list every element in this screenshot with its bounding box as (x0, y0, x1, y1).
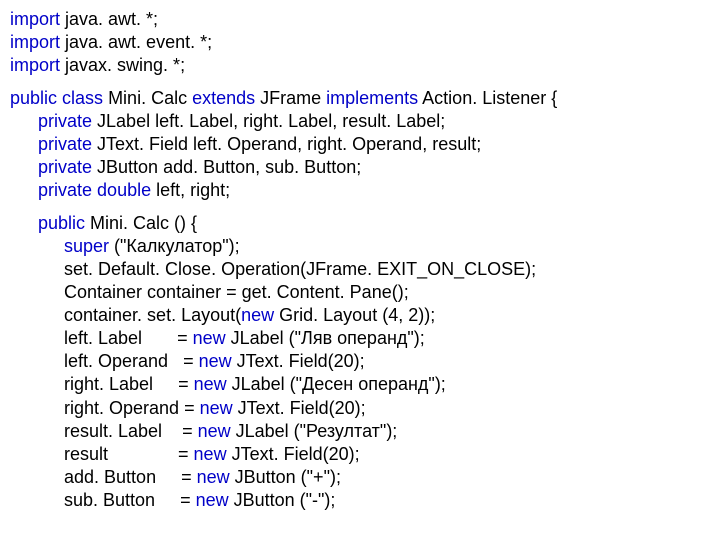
code-line: set. Default. Close. Operation(JFrame. E… (10, 258, 710, 281)
keyword: super (64, 236, 109, 256)
code-text: left, right; (151, 180, 230, 200)
code-text: result = (64, 444, 194, 464)
keyword: import (10, 32, 60, 52)
keyword: new (196, 490, 229, 510)
keyword: new (194, 374, 227, 394)
code-text: Container container = get. Content. Pane… (64, 282, 409, 302)
keyword: import (10, 9, 60, 29)
code-text: JText. Field(20); (233, 398, 366, 418)
code-line: private JLabel left. Label, right. Label… (10, 110, 710, 133)
code-text: java. awt. *; (60, 9, 158, 29)
keyword: private (38, 157, 92, 177)
code-line: public class Mini. Calc extends JFrame i… (10, 87, 710, 110)
keyword: new (198, 421, 231, 441)
code-text: Action. Listener { (418, 88, 557, 108)
code-line: sub. Button = new JButton ("-"); (10, 489, 710, 512)
code-text: JButton ("+"); (230, 467, 341, 487)
code-text: JText. Field left. Operand, right. Opera… (92, 134, 481, 154)
keyword: private (38, 134, 92, 154)
code-line: result. Label = new JLabel ("Резултат"); (10, 420, 710, 443)
code-text: container. set. Layout( (64, 305, 241, 325)
code-text: JButton ("-"); (229, 490, 336, 510)
code-text: result. Label = (64, 421, 198, 441)
code-line: super ("Калкулатор"); (10, 235, 710, 258)
code-line: private JText. Field left. Operand, righ… (10, 133, 710, 156)
keyword: private (38, 180, 92, 200)
code-text: left. Label = (64, 328, 193, 348)
keyword: public (38, 213, 85, 233)
keyword: private (38, 111, 92, 131)
keyword: class (62, 88, 103, 108)
keyword: implements (326, 88, 418, 108)
keyword: extends (192, 88, 255, 108)
keyword: import (10, 55, 60, 75)
code-text: Mini. Calc (103, 88, 192, 108)
code-line: container. set. Layout(new Grid. Layout … (10, 304, 710, 327)
code-line: Container container = get. Content. Pane… (10, 281, 710, 304)
code-text: JLabel ("Резултат"); (231, 421, 398, 441)
keyword: new (197, 467, 230, 487)
code-line: private double left, right; (10, 179, 710, 202)
code-line: add. Button = new JButton ("+"); (10, 466, 710, 489)
keyword: new (193, 328, 226, 348)
keyword: new (241, 305, 274, 325)
imports-block: import java. awt. *; import java. awt. e… (10, 8, 710, 77)
code-text: JLabel left. Label, right. Label, result… (92, 111, 445, 131)
code-text: JButton add. Button, sub. Button; (92, 157, 361, 177)
code-line: private JButton add. Button, sub. Button… (10, 156, 710, 179)
code-line: right. Operand = new JText. Field(20); (10, 397, 710, 420)
keyword: new (199, 351, 232, 371)
code-line: result = new JText. Field(20); (10, 443, 710, 466)
code-text: JLabel ("Десен операнд"); (227, 374, 446, 394)
code-text: Mini. Calc () { (85, 213, 197, 233)
code-text: right. Label = (64, 374, 194, 394)
code-text: JText. Field(20); (232, 351, 365, 371)
keyword: new (194, 444, 227, 464)
code-text: left. Operand = (64, 351, 199, 371)
ctor-block: public Mini. Calc () { super ("Калкулато… (10, 212, 710, 511)
code-text: javax. swing. *; (60, 55, 185, 75)
code-text: add. Button = (64, 467, 197, 487)
code-line: right. Label = new JLabel ("Десен операн… (10, 373, 710, 396)
code-line: import java. awt. *; (10, 8, 710, 31)
code-text: java. awt. event. *; (60, 32, 212, 52)
code-line: left. Label = new JLabel ("Ляв операнд")… (10, 327, 710, 350)
code-text: sub. Button = (64, 490, 196, 510)
class-decl-block: public class Mini. Calc extends JFrame i… (10, 87, 710, 202)
code-text: JText. Field(20); (227, 444, 360, 464)
keyword: double (97, 180, 151, 200)
code-text: ("Калкулатор"); (109, 236, 240, 256)
keyword: public (10, 88, 57, 108)
code-line: import javax. swing. *; (10, 54, 710, 77)
code-line: public Mini. Calc () { (10, 212, 710, 235)
code-text: JFrame (255, 88, 326, 108)
code-text: right. Operand = (64, 398, 200, 418)
code-line: import java. awt. event. *; (10, 31, 710, 54)
keyword: new (200, 398, 233, 418)
code-line: left. Operand = new JText. Field(20); (10, 350, 710, 373)
code-text: set. Default. Close. Operation(JFrame. E… (64, 259, 536, 279)
code-text: JLabel ("Ляв операнд"); (226, 328, 425, 348)
code-text: Grid. Layout (4, 2)); (274, 305, 435, 325)
